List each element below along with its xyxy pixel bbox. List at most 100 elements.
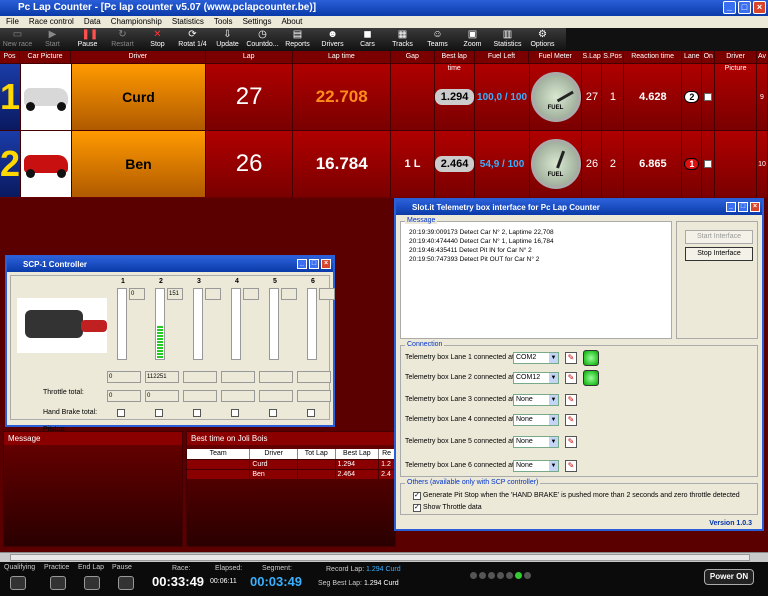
pitstop-checkbox[interactable]: [269, 409, 277, 417]
toolbar-button-start[interactable]: ▶ Start: [35, 28, 70, 51]
footer-button-pause[interactable]: [118, 576, 134, 590]
toolbar-button-pause[interactable]: ❚❚ Pause: [70, 28, 105, 51]
best-time-column-header[interactable]: Team: [187, 449, 251, 459]
start-interface-button[interactable]: Start Interface: [685, 230, 753, 244]
menu-settings[interactable]: Settings: [243, 16, 272, 28]
minimize-button[interactable]: _: [723, 1, 736, 14]
channel-value-box: [319, 288, 335, 300]
show-throttle-checkbox[interactable]: ✓: [413, 504, 421, 512]
footer-button-practice[interactable]: [50, 576, 66, 590]
best-time-row[interactable]: Ben 2.464 2.4: [187, 469, 395, 479]
column-header[interactable]: S.Lap: [582, 51, 603, 63]
column-header[interactable]: Pos: [0, 51, 21, 63]
toolbar-button-update[interactable]: ⇩ Update: [210, 28, 245, 51]
pitstop-handbrake-checkbox[interactable]: ✓: [413, 492, 421, 500]
best-time-column-header[interactable]: Driver: [250, 449, 298, 459]
s-lap-cell: 26: [582, 131, 603, 197]
telemetry-maximize-button[interactable]: □: [738, 202, 748, 212]
menu-data[interactable]: Data: [84, 16, 101, 28]
race-row[interactable]: 2 Ben 26 16.784 1 L 2.464 54,9 / 100 FUEL 26 2 6.8…: [0, 130, 768, 197]
toolbar-button-statistics[interactable]: ▥ Statistics: [490, 28, 525, 51]
column-header[interactable]: Car Picture: [20, 51, 72, 63]
toolbar-button-tracks[interactable]: ▦ Tracks: [385, 28, 420, 51]
column-header[interactable]: Lane: [682, 51, 703, 63]
scp-minimize-button[interactable]: _: [297, 259, 307, 269]
lane-port-select[interactable]: COM12: [513, 372, 559, 384]
column-header[interactable]: Driver Picture: [715, 51, 758, 72]
throttle-total-label: Throttle total:: [43, 389, 84, 396]
toolbar-button-label: Countdo...: [246, 41, 279, 48]
race-grid: Pos Car Picture Driver Lap Lap time Gap Best l…: [0, 51, 768, 198]
column-header[interactable]: Lap: [206, 51, 293, 63]
lane-port-select[interactable]: None: [513, 414, 559, 426]
best-time-row[interactable]: Curd 1.294 1.2: [187, 459, 395, 469]
on-checkbox[interactable]: [704, 160, 713, 168]
best-time-column-header[interactable]: Re: [379, 449, 395, 459]
toolbar-button-stop[interactable]: ✕ Stop: [140, 28, 175, 51]
toolbar-button-new-race[interactable]: ▭ New race: [0, 28, 35, 51]
maximize-button[interactable]: □: [738, 1, 751, 14]
lane-port-select[interactable]: COM2: [513, 352, 559, 364]
lane-settings-tool-icon[interactable]: ✎: [565, 460, 577, 472]
menu-statistics[interactable]: Statistics: [172, 16, 204, 28]
toolbar-button-rotate[interactable]: ⟳ Rotat 1/4: [175, 28, 210, 51]
toolbar-button-zoom[interactable]: ▣ Zoom: [455, 28, 490, 51]
toolbar-button-drivers[interactable]: ☻ Drivers: [315, 28, 350, 51]
column-header[interactable]: Fuel Meter: [529, 51, 583, 63]
channel-number: 3: [197, 278, 201, 285]
lane-port-select[interactable]: None: [513, 460, 559, 472]
driver-cell: Ben: [71, 131, 207, 197]
lane-port-select[interactable]: None: [513, 436, 559, 448]
pitstop-checkbox[interactable]: [117, 409, 125, 417]
menu-file[interactable]: File: [6, 16, 19, 28]
column-header[interactable]: Av: [757, 51, 768, 63]
column-header[interactable]: Reaction time: [624, 51, 683, 63]
column-header[interactable]: Driver: [71, 51, 206, 63]
race-row[interactable]: 1 Curd 27 22.708 1.294 100,0 / 100 FUEL 27 1 4.62…: [0, 63, 768, 130]
column-header[interactable]: Gap: [391, 51, 435, 63]
scp-close-button[interactable]: ×: [321, 259, 331, 269]
restart-icon: ↻: [118, 29, 127, 40]
footer-button-qualifying[interactable]: [10, 576, 26, 590]
pitstop-checkbox[interactable]: [307, 409, 315, 417]
best-time-column-header[interactable]: Tot Lap: [298, 449, 336, 459]
column-header[interactable]: Fuel Left: [475, 51, 530, 63]
column-header[interactable]: Best lap time: [435, 51, 475, 72]
car-picture-cell: [21, 64, 72, 130]
horizontal-scrollbar[interactable]: [0, 552, 768, 562]
footer-button-end-lap[interactable]: [84, 576, 100, 590]
stop-interface-button[interactable]: Stop Interface: [685, 247, 753, 261]
column-header[interactable]: S.Pos: [602, 51, 625, 63]
telemetry-message-line: 20:19:39:009173 Detect Car N° 2, Laptime…: [409, 229, 554, 236]
lane-settings-tool-icon[interactable]: ✎: [565, 394, 577, 406]
telemetry-close-button[interactable]: ×: [750, 202, 760, 212]
lane-settings-tool-icon[interactable]: ✎: [565, 436, 577, 448]
toolbar-button-options[interactable]: ⚙ Options: [525, 28, 560, 51]
menu-tools[interactable]: Tools: [214, 16, 233, 28]
toolbar-button-restart[interactable]: ↻ Restart: [105, 28, 140, 51]
telemetry-minimize-button[interactable]: _: [726, 202, 736, 212]
column-header[interactable]: On: [702, 51, 716, 63]
lane-settings-tool-icon[interactable]: ✎: [565, 372, 577, 384]
on-cell: [702, 131, 716, 197]
driver-picture-cell: [715, 64, 757, 130]
pitstop-checkbox[interactable]: [155, 409, 163, 417]
best-time-column-header[interactable]: Best Lap: [336, 449, 380, 459]
toolbar-button-countdown[interactable]: ◷ Countdo...: [245, 28, 280, 51]
close-button[interactable]: ×: [753, 1, 766, 14]
lane-settings-tool-icon[interactable]: ✎: [565, 414, 577, 426]
column-header[interactable]: Lap time: [293, 51, 391, 63]
toolbar-button-reports[interactable]: ▤ Reports: [280, 28, 315, 51]
pitstop-checkbox[interactable]: [193, 409, 201, 417]
menu-championship[interactable]: Championship: [111, 16, 162, 28]
power-on-button[interactable]: Power ON: [704, 569, 754, 585]
pitstop-checkbox[interactable]: [231, 409, 239, 417]
scp-maximize-button[interactable]: □: [309, 259, 319, 269]
menu-about[interactable]: About: [281, 16, 302, 28]
on-checkbox[interactable]: [704, 93, 713, 101]
lane-port-select[interactable]: None: [513, 394, 559, 406]
toolbar-button-teams[interactable]: ☺ Teams: [420, 28, 455, 51]
toolbar-button-cars[interactable]: ◼ Cars: [350, 28, 385, 51]
lane-settings-tool-icon[interactable]: ✎: [565, 352, 577, 364]
menu-race-control[interactable]: Race control: [29, 16, 74, 28]
